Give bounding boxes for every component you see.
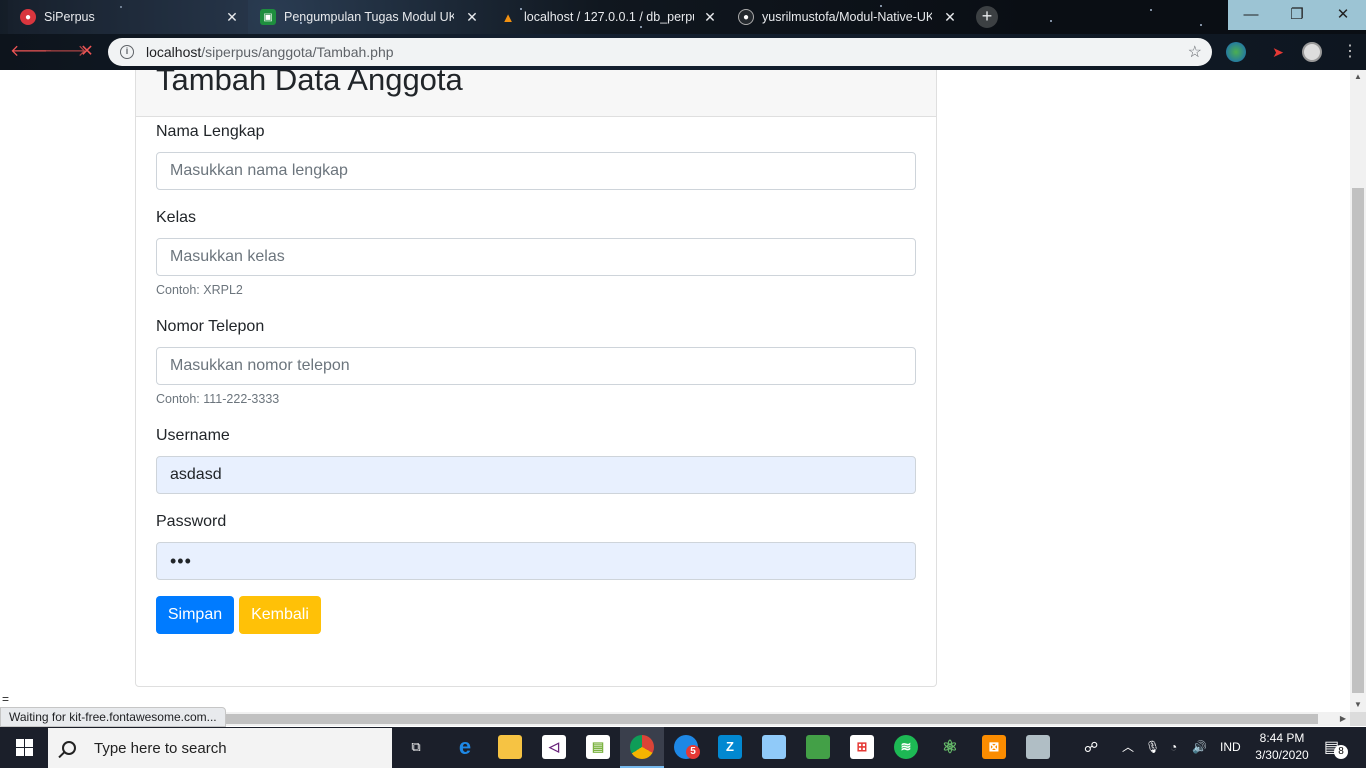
username-input[interactable]: asdasd (156, 456, 916, 494)
search-icon (62, 741, 76, 755)
address-bar[interactable]: i localhost/siperpus/anggota/Tambah.php … (108, 38, 1212, 66)
telepon-help-text: Contoh: 111-222-3333 (156, 392, 280, 406)
language-indicator[interactable]: IND (1220, 727, 1241, 768)
extension-globe-icon[interactable] (1226, 42, 1246, 62)
password-input[interactable]: ••• (156, 542, 916, 580)
scroll-right-icon[interactable]: ▶ (1340, 712, 1346, 726)
siperpus-favicon-icon: ● (20, 9, 36, 25)
zend-icon[interactable]: Z (718, 735, 742, 759)
chrome-menu-icon[interactable]: ⋮ (1340, 42, 1360, 62)
minimize-button[interactable]: — (1228, 0, 1274, 30)
kelas-label: Kelas (156, 209, 197, 226)
spotify-icon[interactable]: ≋ (894, 735, 918, 759)
stray-text: = (2, 692, 10, 706)
url-path: /siperpus/anggota/Tambah.php (201, 44, 394, 60)
cube-app-icon[interactable] (762, 735, 786, 759)
tab-github[interactable]: ● yusrilmustofa/Modul-Native-UKL ✕ (726, 0, 966, 34)
browser-toolbar: 🡐 🡒 ✕ i localhost/siperpus/anggota/Tamba… (0, 34, 1366, 70)
atom-icon[interactable]: ⚛ (938, 735, 962, 759)
maximize-button[interactable]: ❐ (1274, 0, 1320, 30)
kelas-input[interactable]: Masukkan kelas (156, 238, 916, 276)
start-button[interactable] (0, 727, 48, 768)
classroom-favicon-icon: ▣ (260, 9, 276, 25)
taskbar-search-box[interactable]: Type here to search (48, 728, 392, 768)
phpmyadmin-favicon-icon: ▲ (501, 9, 515, 25)
microphone-icon[interactable]: 🎙 (1145, 727, 1160, 768)
xampp-icon[interactable]: ⊠ (982, 735, 1006, 759)
password-label: Password (156, 513, 227, 530)
visual-studio-icon[interactable]: ◁ (542, 735, 566, 759)
system-clock[interactable]: 8:44 PM 3/30/2020 (1250, 730, 1314, 764)
clock-time: 8:44 PM (1259, 731, 1305, 745)
coreldraw-icon[interactable] (806, 735, 830, 759)
close-tab-icon[interactable]: ✕ (942, 9, 958, 26)
close-tab-icon[interactable]: ✕ (464, 9, 480, 26)
tab-title: SiPerpus (44, 10, 95, 24)
volume-icon[interactable]: 🔊 (1192, 727, 1207, 768)
status-bubble: Waiting for kit-free.fontawesome.com... (0, 707, 226, 727)
file-explorer-icon[interactable] (498, 735, 522, 759)
app-window-icon[interactable] (1026, 735, 1050, 759)
windows-logo-icon (15, 739, 33, 756)
stop-icon[interactable]: ✕ (76, 41, 98, 63)
people-icon[interactable]: ☍ (1084, 727, 1098, 768)
nama-input[interactable]: Masukkan nama lengkap (156, 152, 916, 190)
vertical-scrollbar[interactable]: ▲ ▼ (1350, 70, 1366, 712)
scroll-up-icon[interactable]: ▲ (1350, 70, 1366, 84)
search-placeholder: Type here to search (94, 739, 227, 757)
back-button[interactable]: Kembali (239, 596, 321, 634)
chrome-icon[interactable] (630, 735, 654, 759)
browser-title-bar: ● SiPerpus ✕ ▣ Pengumpulan Tugas Modul U… (0, 0, 1366, 34)
url-text: localhost/siperpus/anggota/Tambah.php (146, 44, 394, 60)
form-card: Tambah Data Anggota Nama Lengkap Masukka… (135, 70, 937, 687)
close-tab-icon[interactable]: ✕ (224, 9, 240, 26)
task-view-icon[interactable]: ⧉ (404, 735, 428, 759)
forward-icon[interactable]: 🡒 (44, 41, 87, 63)
url-host: localhost (146, 44, 202, 60)
clock-date: 3/30/2020 (1255, 748, 1309, 762)
site-info-icon[interactable]: i (120, 45, 134, 59)
new-tab-button[interactable]: + (976, 6, 998, 28)
github-favicon-icon: ● (738, 9, 754, 25)
sublime-icon[interactable]: ▤ (586, 735, 610, 759)
tab-title: Pengumpulan Tugas Modul UKL (284, 10, 454, 24)
page-title: Tambah Data Anggota (156, 70, 463, 97)
wifi-icon[interactable]: ◔ (1170, 727, 1177, 768)
notification-count: 8 (1334, 745, 1348, 759)
close-window-button[interactable]: ✕ (1320, 0, 1366, 30)
card-header: Tambah Data Anggota (136, 70, 936, 117)
tab-title: yusrilmustofa/Modul-Native-UKL (762, 10, 932, 24)
username-label: Username (156, 427, 230, 444)
show-hidden-icons[interactable]: ︿ (1122, 727, 1134, 768)
kelas-help-text: Contoh: XRPL2 (156, 283, 243, 297)
nama-label: Nama Lengkap (156, 123, 265, 140)
bookmark-star-icon[interactable]: ☆ (1188, 42, 1202, 62)
scrollbar-corner (1350, 712, 1366, 726)
vertical-scroll-thumb[interactable] (1352, 188, 1364, 693)
windows-taskbar: Type here to search ⧉ e ◁ ▤ 5 Z ⊞ ≋ ⚛ ⊠ … (0, 727, 1366, 768)
telepon-label: Nomor Telepon (156, 318, 265, 335)
whatsapp-icon[interactable]: 5 (674, 735, 700, 759)
page-viewport: Tambah Data Anggota Nama Lengkap Masukka… (0, 70, 1350, 712)
telepon-input[interactable]: Masukkan nomor telepon (156, 347, 916, 385)
scroll-down-icon[interactable]: ▼ (1350, 698, 1366, 712)
horizontal-scroll-thumb[interactable] (220, 714, 1318, 724)
profile-avatar-icon[interactable] (1302, 42, 1322, 62)
tab-pengumpulan[interactable]: ▣ Pengumpulan Tugas Modul UKL ✕ (248, 0, 488, 34)
tab-siperpus[interactable]: ● SiPerpus ✕ (8, 0, 248, 34)
action-center-icon[interactable]: ▤ 8 (1324, 727, 1348, 768)
microsoft-store-icon[interactable]: ⊞ (850, 735, 874, 759)
tab-phpmyadmin[interactable]: ▲ localhost / 127.0.0.1 / db_perpus ✕ (488, 0, 726, 34)
back-icon[interactable]: 🡐 (10, 41, 53, 63)
close-tab-icon[interactable]: ✕ (702, 9, 718, 26)
extension-red-icon[interactable]: ➤ (1268, 42, 1288, 62)
tab-title: localhost / 127.0.0.1 / db_perpus (524, 10, 694, 24)
edge-icon[interactable]: e (453, 735, 477, 759)
save-button[interactable]: Simpan (156, 596, 234, 634)
notification-badge: 5 (686, 745, 700, 759)
